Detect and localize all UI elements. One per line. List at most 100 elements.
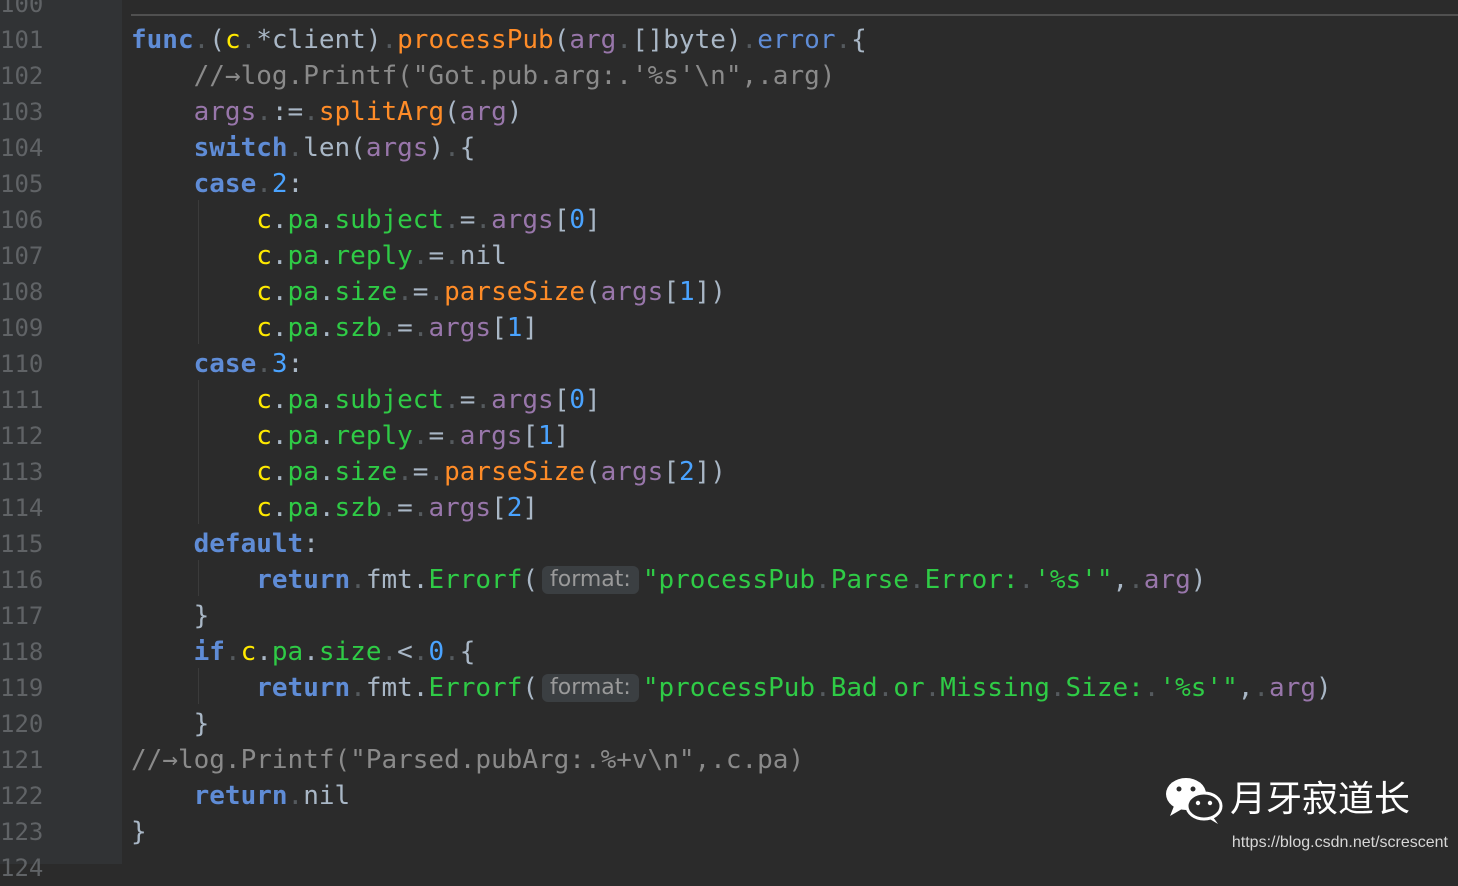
code-token: c [256, 421, 272, 451]
code-token: . [815, 673, 831, 703]
line-number: 112 [0, 422, 44, 450]
code-token: , [1112, 565, 1129, 595]
code-text[interactable]: args.:=.splitArg(arg) [131, 94, 523, 130]
code-token: args [491, 385, 554, 415]
code-token: : [287, 169, 304, 199]
code-line[interactable]: 116 return.fmt.Errorf(format: "processPub… [0, 562, 1458, 598]
code-text[interactable]: case.3: [131, 346, 304, 382]
code-token: ] [522, 493, 539, 523]
code-token: < [397, 637, 413, 667]
code-token: []byte) [631, 25, 742, 55]
code-text[interactable]: c.pa.szb.=.args[1] [131, 310, 538, 346]
code-text[interactable]: //→log.Printf("Parsed.pubArg:.%+v\n",.c.… [131, 742, 804, 778]
code-line[interactable]: 103 args.:=.splitArg(arg) [0, 94, 1458, 130]
code-line[interactable]: 105 case.2: [0, 166, 1458, 202]
code-text[interactable]: if.c.pa.size.<.0.{ [131, 634, 476, 670]
code-text[interactable]: c.pa.subject.=.args[0] [131, 202, 600, 238]
code-token: . [428, 277, 445, 307]
code-line[interactable]: 108 c.pa.size.=.parseSize(args[1]) [0, 274, 1458, 310]
code-token: . [303, 97, 319, 127]
code-line[interactable]: 118 if.c.pa.size.<.0.{ [0, 634, 1458, 670]
code-token: . [1049, 673, 1066, 703]
code-line[interactable]: 120 } [0, 706, 1458, 742]
code-line[interactable]: 104 switch.len(args).{ [0, 130, 1458, 166]
code-text[interactable]: c.pa.subject.=.args[0] [131, 382, 601, 418]
code-token: func [131, 25, 194, 55]
code-token: := [271, 97, 304, 127]
code-token: args [491, 205, 554, 235]
code-token: pa [287, 205, 319, 235]
watermark-title: 月牙寂道长 [1230, 779, 1411, 820]
code-text[interactable]: switch.len(args).{ [131, 130, 476, 166]
code-token: arg [569, 25, 617, 55]
code-text[interactable]: return.fmt.Errorf(format: "processPub.Par… [131, 562, 1206, 598]
code-token: 1 [506, 313, 523, 343]
code-token: "processPub [642, 673, 816, 703]
code-token: Size: [1065, 673, 1144, 703]
code-token: parseSize [444, 277, 585, 307]
code-token: or [893, 673, 925, 703]
code-text[interactable]: func.(c.*client).processPub(arg.[]byte).… [131, 22, 867, 58]
code-line[interactable]: 113 c.pa.size.=.parseSize(args[2]) [0, 454, 1458, 490]
code-token: . [271, 277, 288, 307]
code-line[interactable]: 112 c.pa.reply.=.args[1] [0, 418, 1458, 454]
line-number: 123 [0, 818, 44, 846]
code-token: c [224, 25, 241, 55]
code-line[interactable]: 106 c.pa.subject.=.args[0] [0, 202, 1458, 238]
parameter-hint: format: [542, 566, 639, 594]
code-token: size [318, 637, 382, 667]
code-line[interactable]: 107 c.pa.reply.=.nil [0, 238, 1458, 274]
code-token: . [1253, 673, 1270, 703]
code-line[interactable]: 102 //→log.Printf("Got.pub.arg:.'%s'\n",… [0, 58, 1458, 94]
code-token: . [444, 133, 460, 163]
line-number: 104 [0, 134, 44, 162]
code-line[interactable]: 100 [0, 0, 1458, 22]
code-token: . [193, 25, 210, 55]
code-token: fmt. [365, 565, 429, 595]
code-token: ( [553, 25, 570, 55]
code-line[interactable]: 115 default: [0, 526, 1458, 562]
code-token: size [334, 457, 398, 487]
code-line[interactable]: 124 [0, 850, 1458, 886]
line-number: 120 [0, 710, 44, 738]
code-text[interactable]: } [131, 706, 210, 742]
code-text[interactable]: } [131, 814, 147, 850]
code-text[interactable]: c.pa.reply.=.args[1] [131, 418, 569, 454]
code-token: ( [522, 565, 539, 595]
code-text[interactable]: case.2: [131, 166, 304, 202]
code-line[interactable]: 111 c.pa.subject.=.args[0] [0, 382, 1458, 418]
code-token: . [256, 169, 272, 199]
code-text[interactable]: c.pa.size.=.parseSize(args[1]) [131, 274, 726, 310]
code-text[interactable]: } [131, 598, 210, 634]
watermark-url: https://blog.csdn.net/screscent [1231, 834, 1448, 851]
code-line[interactable]: 110 case.3: [0, 346, 1458, 382]
code-token: len( [303, 133, 366, 163]
code-token: ] [585, 385, 601, 415]
code-token: szb [334, 493, 382, 523]
code-token: 1 [538, 421, 554, 451]
code-text[interactable]: default: [131, 526, 319, 562]
code-line[interactable]: 101 func.(c.*client).processPub(arg.[]byt… [0, 22, 1458, 58]
code-token: [ [491, 313, 507, 343]
code-token: ( [209, 25, 225, 55]
code-line[interactable]: 119 return.fmt.Errorf(format: "processPub… [0, 670, 1458, 706]
code-text[interactable]: return.fmt.Errorf(format: "processPub.Bad… [131, 670, 1331, 706]
code-token: switch [193, 133, 288, 163]
code-editor[interactable]: 100 101 func.(c.*client).processPub(arg.[]… [0, 0, 1458, 882]
code-token: subject [334, 205, 445, 235]
code-token: fmt. [365, 673, 429, 703]
code-text[interactable]: c.pa.size.=.parseSize(args[2]) [131, 454, 726, 490]
code-text[interactable]: c.pa.reply.=.nil [131, 238, 507, 274]
code-token: c [256, 205, 272, 235]
code-line[interactable]: 117 } [0, 598, 1458, 634]
code-token: //→log.Printf("Parsed.pubArg:.%+v\n",.c.… [131, 745, 805, 775]
code-token: . [444, 385, 460, 415]
code-line[interactable]: 114 c.pa.szb.=.args[2] [0, 490, 1458, 526]
code-text[interactable]: c.pa.szb.=.args[2] [131, 490, 538, 526]
code-text[interactable]: //→log.Printf("Got.pub.arg:.'%s'\n",.arg… [131, 58, 836, 94]
code-text[interactable]: return.nil [131, 778, 351, 814]
code-line[interactable]: 109 c.pa.szb.=.args[1] [0, 310, 1458, 346]
code-token: . [318, 313, 335, 343]
